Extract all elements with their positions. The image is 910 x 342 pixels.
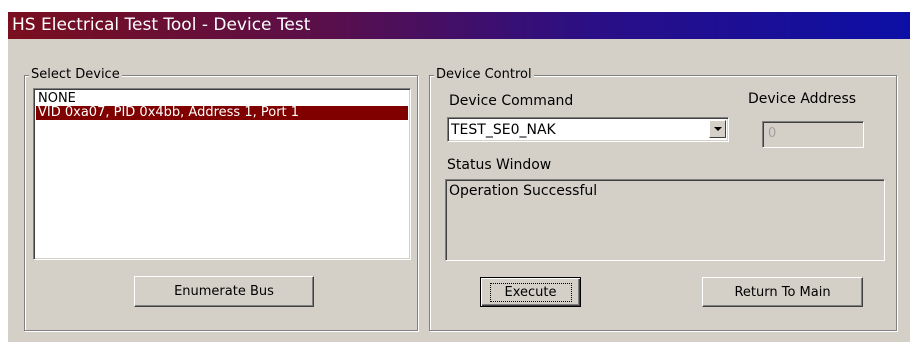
device-command-select[interactable]: TEST_SE0_NAK (447, 117, 729, 142)
enumerate-bus-label: Enumerate Bus (174, 284, 274, 299)
window-titlebar: HS Electrical Test Tool - Device Test (8, 12, 910, 39)
return-to-main-button[interactable]: Return To Main (702, 277, 863, 307)
window-title: HS Electrical Test Tool - Device Test (12, 15, 311, 35)
status-text: Operation Successful (449, 183, 598, 199)
device-address-label: Device Address (748, 91, 857, 107)
list-item-label: NONE (38, 91, 76, 106)
device-command-value: TEST_SE0_NAK (451, 122, 556, 138)
status-window: Operation Successful (445, 179, 885, 261)
enumerate-bus-button[interactable]: Enumerate Bus (134, 276, 314, 307)
device-listbox[interactable]: NONE VID 0xa07, PID 0x4bb, Address 1, Po… (33, 88, 411, 260)
device-control-group-title: Device Control (434, 67, 534, 83)
select-device-group-title: Select Device (29, 67, 122, 83)
device-address-value: 0 (768, 126, 777, 141)
list-item-none[interactable]: NONE (36, 92, 408, 106)
dropdown-button[interactable] (709, 120, 726, 138)
device-command-label: Device Command (449, 93, 574, 109)
return-to-main-label: Return To Main (734, 284, 831, 300)
list-item-label: VID 0xa07, PID 0x4bb, Address 1, Port 1 (38, 105, 300, 120)
execute-button[interactable]: Execute (480, 277, 581, 307)
device-address-field: 0 (762, 121, 864, 148)
chevron-down-icon (713, 127, 722, 131)
execute-label: Execute (489, 282, 572, 302)
status-window-label: Status Window (447, 157, 552, 173)
device-test-window: HS Electrical Test Tool - Device Test Se… (8, 12, 910, 342)
list-item-device[interactable]: VID 0xa07, PID 0x4bb, Address 1, Port 1 (36, 106, 408, 120)
